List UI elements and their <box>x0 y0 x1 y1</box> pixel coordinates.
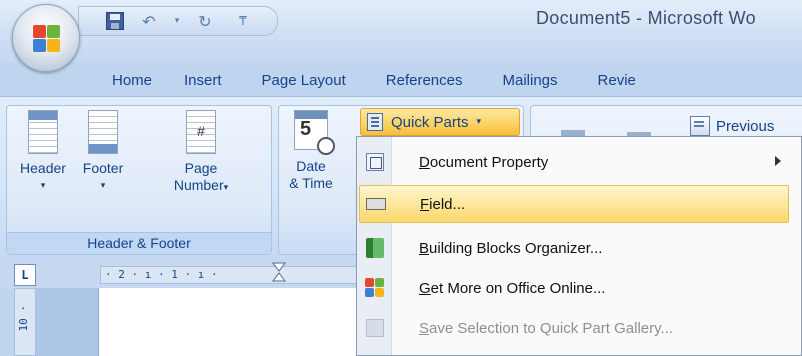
tab-page-layout[interactable]: Page Layout <box>238 72 362 89</box>
date-time-label-2: & Time <box>289 175 333 191</box>
vertical-ruler: 10 · <box>14 288 36 356</box>
building-blocks-icon <box>366 238 384 258</box>
quick-parts-button[interactable]: Quick Parts ▾ <box>360 108 520 136</box>
office-logo-icon <box>33 25 61 53</box>
menu-item-document-property[interactable]: Document Property <box>359 143 789 181</box>
building-blocks-mnemonic: B <box>419 239 430 257</box>
tab-mailings[interactable]: Mailings <box>479 72 574 89</box>
office-online-icon <box>365 278 385 298</box>
previous-section-button[interactable]: Previous <box>690 116 774 136</box>
menu-item-field[interactable]: Field... <box>359 185 789 223</box>
header-button[interactable]: Header ▾ <box>13 110 73 194</box>
horizontal-ruler[interactable]: · 2 · ı · 1 · ı · <box>100 266 370 284</box>
footer-icon <box>88 110 118 154</box>
date-time-label-1: Date <box>296 158 326 174</box>
get-more-mnemonic: G <box>419 279 431 297</box>
page-number-dropdown-icon: ▾ <box>223 182 229 192</box>
menu-item-get-more-office-online[interactable]: Get More on Office Online... <box>359 269 789 307</box>
quick-parts-dropdown-icon: ▾ <box>476 117 482 127</box>
building-blocks-label: uilding Blocks Organizer... <box>429 239 603 257</box>
date-time-button[interactable]: 5 Date & Time <box>281 110 341 192</box>
previous-icon <box>690 116 710 136</box>
vertical-ruler-text: 10 · <box>17 305 30 332</box>
window-title: Document5 - Microsoft Wo <box>536 8 756 28</box>
calendar-number: 5 <box>300 118 312 140</box>
save-selection-mnemonic: S <box>419 319 430 337</box>
footer-label: Footer <box>82 160 124 176</box>
document-property-icon <box>366 153 384 171</box>
customize-toolbar-icon[interactable]: ₸ <box>239 11 247 31</box>
header-footer-group-label: Header & Footer <box>7 232 271 254</box>
undo-dropdown-icon[interactable]: ▾ <box>173 11 181 31</box>
menu-item-building-blocks-organizer[interactable]: Building Blocks Organizer... <box>359 229 789 267</box>
menu-item-save-selection: Save Selection to Quick Part Gallery... <box>359 309 789 347</box>
clock-icon <box>317 137 335 155</box>
header-label: Header <box>20 160 66 176</box>
page-number-icon: # <box>186 110 216 154</box>
field-mnemonic: F <box>420 195 430 213</box>
tab-home[interactable]: Home <box>96 72 168 89</box>
ribbon-tabs: Home Insert Page Layout References Maili… <box>96 64 652 96</box>
save-selection-icon <box>366 319 384 337</box>
calendar-icon: 5 <box>294 110 335 155</box>
quick-parts-menu: Document Property Field... Building Bloc… <box>356 136 802 356</box>
redo-icon[interactable]: ↻ <box>195 11 215 31</box>
field-label: ield... <box>429 195 466 213</box>
previous-label: Previous <box>716 117 775 135</box>
save-icon[interactable] <box>105 11 125 31</box>
document-property-label: ocument Property <box>429 153 549 171</box>
indent-marker-icon[interactable] <box>272 262 286 284</box>
quick-parts-icon <box>367 113 383 131</box>
page-number-label-1: Page <box>184 160 218 176</box>
field-icon <box>366 198 386 210</box>
footer-dropdown-icon: ▾ <box>100 180 106 190</box>
undo-icon[interactable]: ↶ <box>139 11 159 31</box>
header-icon <box>28 110 58 154</box>
header-dropdown-icon: ▾ <box>40 180 46 190</box>
tab-insert[interactable]: Insert <box>168 72 238 89</box>
title-bar: ↶ ▾ ↻ ₸ Document5 - Microsoft Wo <box>0 0 802 62</box>
tab-references[interactable]: References <box>362 72 479 89</box>
tab-review[interactable]: Revie <box>574 72 652 89</box>
tab-selector-button[interactable]: L <box>14 264 36 286</box>
page-number-label-2: Number <box>173 177 224 193</box>
get-more-label: et More on Office Online... <box>430 279 606 297</box>
page-number-button[interactable]: # Page Number▾ <box>157 110 245 196</box>
header-footer-group: Header ▾ Footer ▾ # Page Number▾ Header … <box>6 105 272 255</box>
quick-parts-label: Quick Parts <box>391 113 469 131</box>
document-property-mnemonic: D <box>419 153 430 171</box>
quick-access-toolbar: ↶ ▾ ↻ ₸ <box>78 6 278 36</box>
office-button[interactable] <box>12 4 80 72</box>
save-selection-label: ave Selection to Quick Part Gallery... <box>429 319 674 337</box>
submenu-arrow-icon <box>775 156 781 166</box>
footer-button[interactable]: Footer ▾ <box>73 110 133 194</box>
